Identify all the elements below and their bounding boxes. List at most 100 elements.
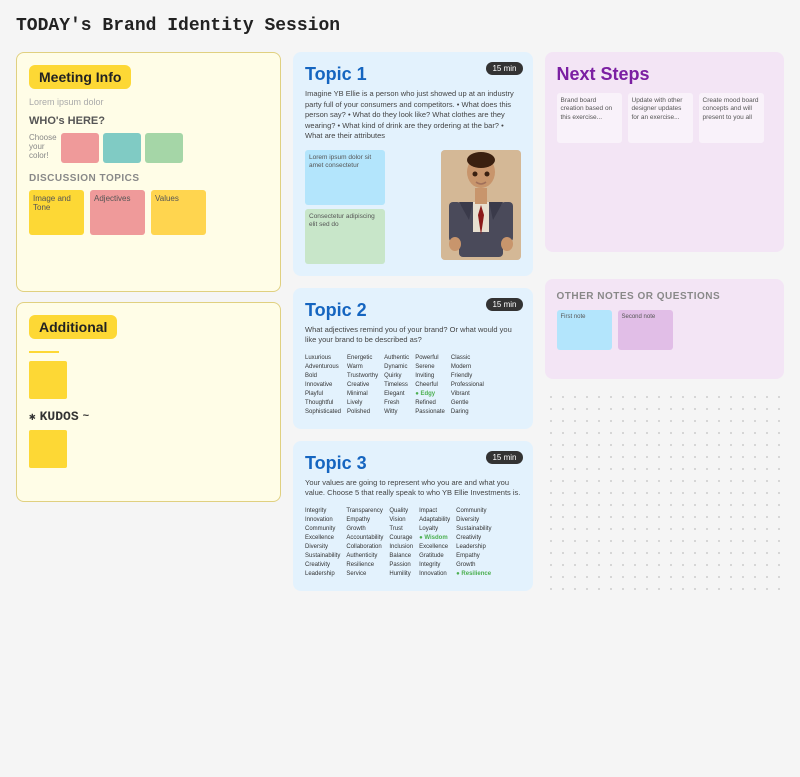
val-item: Vision	[389, 516, 413, 525]
adj-item: Daring	[451, 408, 484, 417]
adj-item: Refined	[415, 399, 445, 408]
val-item: Authenticity	[346, 552, 383, 561]
val-item: Empathy	[346, 516, 383, 525]
val-item: Loyalty	[419, 525, 450, 534]
swatch-pink[interactable]	[61, 133, 99, 163]
topic1-sticky2: Consectetur adipiscing elit sed do	[305, 209, 385, 264]
val-item: Transparency	[346, 507, 383, 516]
middle-column: 15 min Topic 1 Imagine YB Ellie is a per…	[293, 52, 533, 591]
val-col-5: Community Diversity Sustainability Creat…	[456, 507, 491, 579]
adj-item: Modern	[451, 363, 484, 372]
val-item: Growth	[456, 561, 491, 570]
val-item: Excellence	[305, 534, 340, 543]
topic3-panel: 15 min Topic 3 Your values are going to …	[293, 441, 533, 591]
topic1-sticky1: Lorem ipsum dolor sit amet consectetur	[305, 150, 385, 205]
page-title: TODAY's Brand Identity Session	[16, 16, 784, 36]
discussion-label: DISCUSSION TOPICS	[29, 173, 268, 184]
kudos-sticky	[29, 430, 67, 468]
val-item: Creativity	[305, 561, 340, 570]
additional-header: Additional	[29, 315, 117, 339]
adj-item: Fresh	[384, 399, 409, 408]
adj-item: Thoughtful	[305, 399, 341, 408]
left-column: Meeting Info Lorem ipsum dolor WHO's HER…	[16, 52, 281, 591]
right-column: Next Steps Brand board creation based on…	[545, 52, 785, 591]
topic1-timer: 15 min	[486, 62, 522, 75]
on-item-1: First note	[557, 310, 612, 350]
on-item-2: Second note	[618, 310, 673, 350]
val-col-3: Quality Vision Trust Courage Inclusion B…	[389, 507, 413, 579]
adj-item: Creative	[347, 381, 378, 390]
disc-item-image-tone: Image and Tone	[29, 190, 84, 235]
ns-item-1: Brand board creation based on this exerc…	[557, 93, 622, 143]
val-item: Leadership	[305, 570, 340, 579]
other-notes-panel: OTHER NOTES OR QUESTIONS First note Seco…	[545, 279, 785, 379]
other-notes-header: OTHER NOTES OR QUESTIONS	[557, 291, 773, 302]
val-item: Sustainability	[456, 525, 491, 534]
val-item: Passion	[389, 561, 413, 570]
val-item: Resilience	[346, 561, 383, 570]
topic3-values: Integrity Innovation Community Excellenc…	[305, 507, 521, 579]
val-item: Integrity	[305, 507, 340, 516]
val-item: Humility	[389, 570, 413, 579]
adj-item: Friendly	[451, 372, 484, 381]
adj-col-5: Classic Modern Friendly Professional Vib…	[451, 354, 484, 417]
adj-item: Warm	[347, 363, 378, 372]
adj-item: Innovative	[305, 381, 341, 390]
adj-item: Inviting	[415, 372, 445, 381]
next-steps-header: Next Steps	[557, 64, 773, 85]
adj-item: Authentic	[384, 354, 409, 363]
adj-col-3: Authentic Dynamic Quirky Timeless Elegan…	[384, 354, 409, 417]
discussion-items: Image and Tone Adjectives Values	[29, 190, 268, 235]
val-item: Diversity	[456, 516, 491, 525]
adj-item: Energetic	[347, 354, 378, 363]
adj-item: Playful	[305, 390, 341, 399]
val-col-2: Transparency Empathy Growth Accountabili…	[346, 507, 383, 579]
val-item: Community	[456, 507, 491, 516]
meeting-info-subtitle: Lorem ipsum dolor	[29, 97, 268, 107]
adj-item: Sophisticated	[305, 408, 341, 417]
right-spacer	[545, 264, 785, 267]
val-col-4: Impact Adaptability Loyalty ● Wisdom Exc…	[419, 507, 450, 579]
adj-item: Powerful	[415, 354, 445, 363]
adj-col-4: Powerful Serene Inviting Cheerful ● Edgy…	[415, 354, 445, 417]
val-item: Growth	[346, 525, 383, 534]
kudos-label: KUDOS	[40, 409, 79, 424]
adj-item: Cheerful	[415, 381, 445, 390]
swatch-green[interactable]	[145, 133, 183, 163]
dotted-area	[545, 391, 785, 591]
adj-item: Gentle	[451, 399, 484, 408]
adj-item: Classic	[451, 354, 484, 363]
person-image	[441, 150, 521, 260]
topic3-body: Your values are going to represent who y…	[305, 478, 521, 499]
val-item: Leadership	[456, 543, 491, 552]
adj-item: Polished	[347, 408, 378, 417]
topic2-panel: 15 min Topic 2 What adjectives remind yo…	[293, 288, 533, 429]
other-notes-items: First note Second note	[557, 310, 773, 350]
val-item: Adaptability	[419, 516, 450, 525]
adj-item: Passionate	[415, 408, 445, 417]
val-item: Balance	[389, 552, 413, 561]
val-item: Gratitude	[419, 552, 450, 561]
val-item: Courage	[389, 534, 413, 543]
adj-item: Elegant	[384, 390, 409, 399]
adj-item: Dynamic	[384, 363, 409, 372]
ns-item-3: Create mood board concepts and will pres…	[699, 93, 764, 143]
meeting-info-header: Meeting Info	[29, 65, 131, 89]
meeting-info-panel: Meeting Info Lorem ipsum dolor WHO's HER…	[16, 52, 281, 292]
val-item: Innovation	[305, 516, 340, 525]
val-item: Accountability	[346, 534, 383, 543]
adj-item: Quirky	[384, 372, 409, 381]
adj-item: Witty	[384, 408, 409, 417]
swatch-teal[interactable]	[103, 133, 141, 163]
val-item: Trust	[389, 525, 413, 534]
val-item: Inclusion	[389, 543, 413, 552]
adj-item: Lively	[347, 399, 378, 408]
next-steps-items: Brand board creation based on this exerc…	[557, 93, 773, 143]
val-item: Impact	[419, 507, 450, 516]
adj-col-1: Luxurious Adventurous Bold Innovative Pl…	[305, 354, 341, 417]
val-item: Creativity	[456, 534, 491, 543]
adj-item: Serene	[415, 363, 445, 372]
additional-line	[29, 351, 59, 353]
topic2-adjectives: Luxurious Adventurous Bold Innovative Pl…	[305, 354, 521, 417]
adj-item: Trustworthy	[347, 372, 378, 381]
